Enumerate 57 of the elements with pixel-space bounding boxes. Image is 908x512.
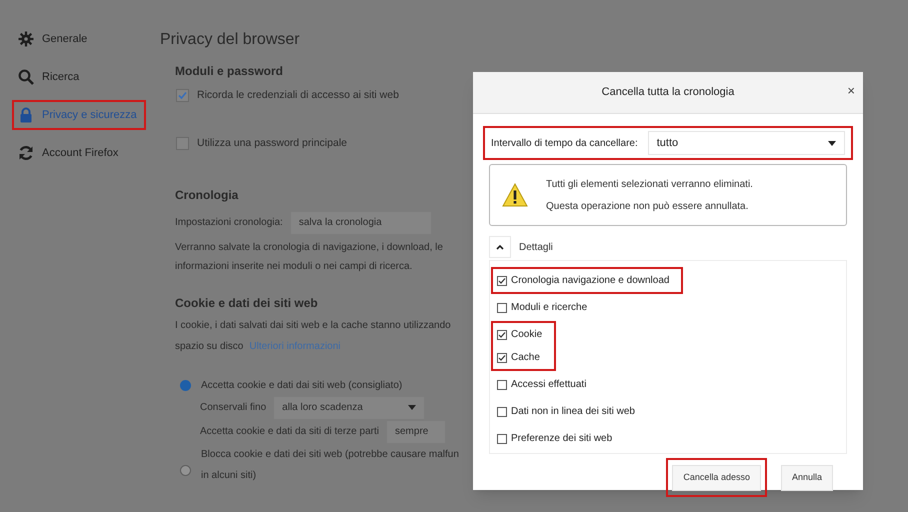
checkbox[interactable] [497,330,507,340]
checkbox-label: Accessi effettuati [511,378,586,392]
dialog-title: Cancella tutta la cronologia [602,85,734,100]
warning-text: Questa operazione non può essere annullata. [546,200,750,214]
checkbox-label: Preferenze dei siti web [511,432,612,446]
checkbox[interactable] [497,302,507,312]
field-label: Impostazioni cronologia: [175,216,283,230]
description-text: Verranno salvate la cronologia di navigazione, i download, le informazioni inserite nei moduli o nei campi di ricerca. [175,240,444,274]
checkbox-label: Moduli e ricerche [511,301,588,315]
checkbox[interactable] [497,276,507,286]
option-label: in alcuni siti) [201,468,258,482]
sidebar-item[interactable]: Generale [16,28,142,50]
sidebar-item[interactable]: Account Firefox [16,142,142,164]
checkbox[interactable] [497,434,507,444]
sync-icon [18,145,34,161]
dropdown-arrow-icon [408,405,416,410]
checkbox[interactable] [497,380,507,390]
checkbox-label: Cache [511,351,540,365]
section-heading: Cronologia [175,186,240,204]
section-heading: Cookie e dati dei siti web [175,294,319,312]
field-label: Conservali fino [200,401,266,415]
search-icon [18,69,34,85]
checkbox-label: Cronologia navigazione e download [511,274,670,288]
field-label: Accetta cookie e dati da siti di terze parti [200,425,379,439]
clear-now-button[interactable]: Cancella adesso [672,464,761,491]
option-label: Blocca cookie e dati dei siti web (potrebbe causare malfun [201,448,459,462]
close-button[interactable]: × [847,84,855,97]
checkbox[interactable] [497,352,507,362]
details-toggle[interactable] [489,236,511,258]
sidebar-item[interactable]: Ricerca [16,66,142,88]
description-text: I cookie, i dati salvati dai siti web e la cache stanno utilizzando [175,318,452,332]
description-text: spazio su disco [175,340,244,354]
chevron-up-icon [496,244,504,250]
checkbox-label: Dati non in linea dei siti web [511,405,635,419]
option-label: Utilizza una password principale [197,136,347,151]
field-label: Intervallo di tempo da cancellare: [491,136,638,150]
radio-button[interactable] [180,464,191,476]
dropdown[interactable]: sempre [386,420,445,442]
cancel-button[interactable]: Annulla [780,464,833,491]
option-label: Ricorda le credenziali di accesso ai siti web [197,88,399,103]
dropdown[interactable]: alla loro scadenza [274,396,424,418]
time-range-dropdown[interactable]: tutto [648,131,845,155]
warning-icon [502,183,528,207]
checkbox[interactable] [176,89,189,102]
checkbox[interactable] [176,137,189,150]
option-label: Accetta cookie e dati dai siti web (consigliato) [201,378,402,392]
dropdown[interactable]: salva la cronologia [290,212,431,234]
lock-icon [18,107,34,123]
gear-icon [18,31,34,47]
section-title: Privacy del browser [160,30,301,50]
dropdown-arrow-icon [828,140,836,146]
details-label: Dettagli [519,240,553,254]
section-heading: Moduli e password [175,63,284,80]
checkbox-label: Cookie [511,328,542,342]
warning-text: Tutti gli elementi selezionati verranno eliminati. [546,178,753,192]
radio-button[interactable] [180,380,191,390]
checkbox[interactable] [497,406,507,416]
